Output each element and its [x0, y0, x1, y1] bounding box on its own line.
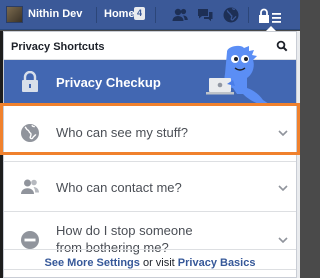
- nav-divider: [248, 7, 249, 23]
- panel-title: Privacy Shortcuts: [11, 41, 105, 53]
- background-right: [297, 31, 300, 278]
- globe-icon: [21, 124, 39, 142]
- privacy-shortcuts-panel: Privacy Shortcuts Privacy Checkup Who ca…: [3, 31, 297, 278]
- friend-requests-icon[interactable]: [171, 6, 189, 24]
- messages-icon[interactable]: [196, 6, 214, 24]
- privacy-checkup-label: Privacy Checkup: [56, 75, 161, 90]
- block-icon: [21, 231, 39, 249]
- item-label: Who can contact me?: [56, 180, 182, 195]
- chevron-down-icon: [278, 237, 288, 243]
- privacy-basics-link[interactable]: Privacy Basics: [178, 257, 256, 269]
- people-icon: [21, 179, 39, 194]
- nav-divider: [155, 7, 156, 23]
- panel-footer: See More Settings or visit Privacy Basic…: [4, 249, 296, 277]
- list-item-who-can-contact[interactable]: Who can contact me?: [4, 162, 296, 212]
- privacy-shortcuts-icon[interactable]: [253, 4, 289, 28]
- see-more-settings-link[interactable]: See More Settings: [45, 257, 140, 269]
- notifications-globe-icon[interactable]: [222, 6, 240, 24]
- privacy-checkup-banner[interactable]: Privacy Checkup: [4, 45, 296, 104]
- chevron-down-icon: [278, 130, 288, 136]
- item-label-line-1: How do I stop someone: [56, 223, 193, 238]
- home-count-badge: 4: [134, 7, 145, 20]
- privacy-dinosaur-illustration: [206, 45, 269, 104]
- avatar[interactable]: [6, 6, 23, 23]
- top-navigation-bar: Nithin Dev Home 4: [0, 0, 300, 32]
- search-icon[interactable]: [276, 40, 288, 52]
- lock-icon: [22, 71, 38, 92]
- item-label: Who can see my stuff?: [56, 125, 188, 140]
- home-link[interactable]: Home: [104, 8, 135, 20]
- profile-name-link[interactable]: Nithin Dev: [28, 8, 82, 20]
- chevron-down-icon: [278, 185, 288, 191]
- nav-divider: [96, 7, 97, 23]
- footer-text: or visit: [139, 257, 178, 269]
- list-item-who-can-see[interactable]: Who can see my stuff?: [4, 104, 296, 162]
